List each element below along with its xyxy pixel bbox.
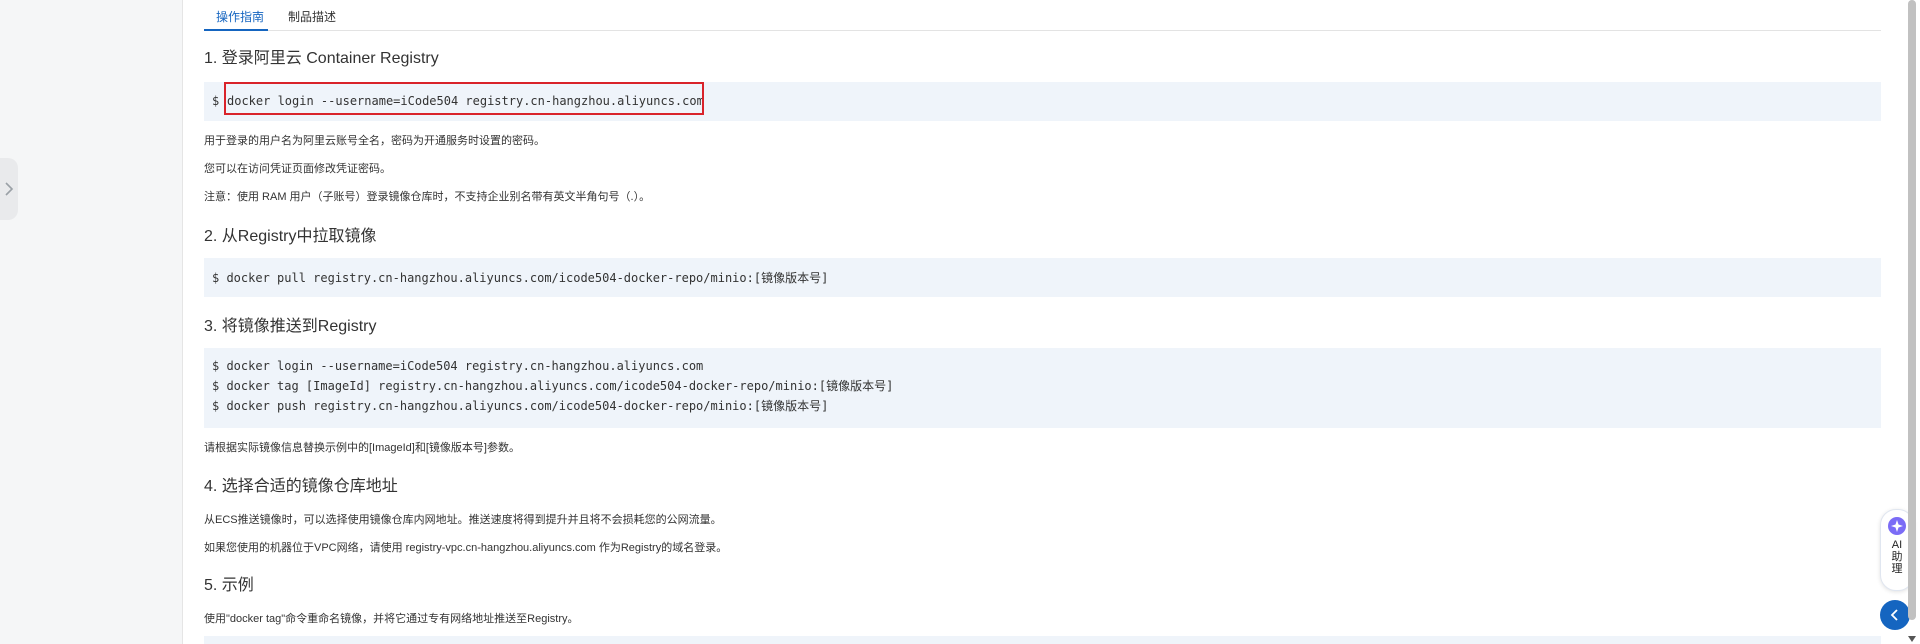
code-pull-command[interactable]: $ docker pull registry.cn-hangzhou.aliyu… xyxy=(212,271,828,285)
code-block-example xyxy=(204,636,1881,644)
section-title-pull: 2. 从Registry中拉取镜像 xyxy=(204,228,377,245)
active-tab-indicator xyxy=(204,29,268,31)
code-block-pull: $ docker pull registry.cn-hangzhou.aliyu… xyxy=(204,258,1881,297)
ai-sparkle-icon xyxy=(1888,517,1906,535)
chevron-left-icon xyxy=(1890,609,1898,621)
tab-description[interactable]: 制品描述 xyxy=(288,9,336,25)
section-title-example: 5. 示例 xyxy=(204,577,254,594)
note-push-params: 请根据实际镜像信息替换示例中的[ImageId]和[镜像版本号]参数。 xyxy=(204,442,520,454)
note-login-username: 用于登录的用户名为阿里云账号全名，密码为开通服务时设置的密码。 xyxy=(204,135,545,147)
code-push-tag[interactable]: $ docker tag [ImageId] registry.cn-hangz… xyxy=(212,379,893,393)
scrollbar[interactable] xyxy=(1908,0,1916,644)
note-address-vpc: 如果您使用的机器位于VPC网络，请使用 registry-vpc.cn-hang… xyxy=(204,542,728,554)
sidebar-expand-handle[interactable] xyxy=(0,158,18,220)
left-border xyxy=(182,0,183,644)
code-block-login: $ docker login --username=iCode504 regis… xyxy=(204,82,1881,121)
section-title-address: 4. 选择合适的镜像仓库地址 xyxy=(204,478,398,495)
section-title-login: 1. 登录阿里云 Container Registry xyxy=(204,50,439,67)
tab-guide[interactable]: 操作指南 xyxy=(216,9,264,25)
code-push-push[interactable]: $ docker push registry.cn-hangzhou.aliyu… xyxy=(212,399,828,413)
collapse-panel-button[interactable] xyxy=(1880,600,1910,630)
left-gutter xyxy=(0,0,183,644)
code-prompt: $ xyxy=(212,94,220,108)
note-address-ecs: 从ECS推送镜像时，可以选择使用镜像仓库内网地址。推送速度将得到提升并且将不会损… xyxy=(204,514,722,526)
code-block-push: $ docker login --username=iCode504 regis… xyxy=(204,348,1881,428)
chevron-right-icon xyxy=(5,182,14,196)
highlight-box xyxy=(224,82,704,115)
note-login-ram: 注意：使用 RAM 用户（子账号）登录镜像仓库时，不支持企业别名带有英文半角句号… xyxy=(204,191,651,203)
code-push-login[interactable]: $ docker login --username=iCode504 regis… xyxy=(212,359,703,373)
section-title-push: 3. 将镜像推送到Registry xyxy=(204,318,377,335)
note-example: 使用"docker tag"命令重命名镜像，并将它通过专有网络地址推送至Regi… xyxy=(204,613,579,625)
scroll-down-arrow-icon[interactable] xyxy=(1908,634,1916,644)
main-content: 操作指南 制品描述 1. 登录阿里云 Container Registry $ … xyxy=(204,0,1881,644)
scrollbar-thumb[interactable] xyxy=(1908,0,1916,620)
ai-assistant-label: AI助理 xyxy=(1891,539,1903,575)
tab-bar: 操作指南 制品描述 xyxy=(204,0,1881,31)
note-login-password: 您可以在访问凭证页面修改凭证密码。 xyxy=(204,163,391,175)
